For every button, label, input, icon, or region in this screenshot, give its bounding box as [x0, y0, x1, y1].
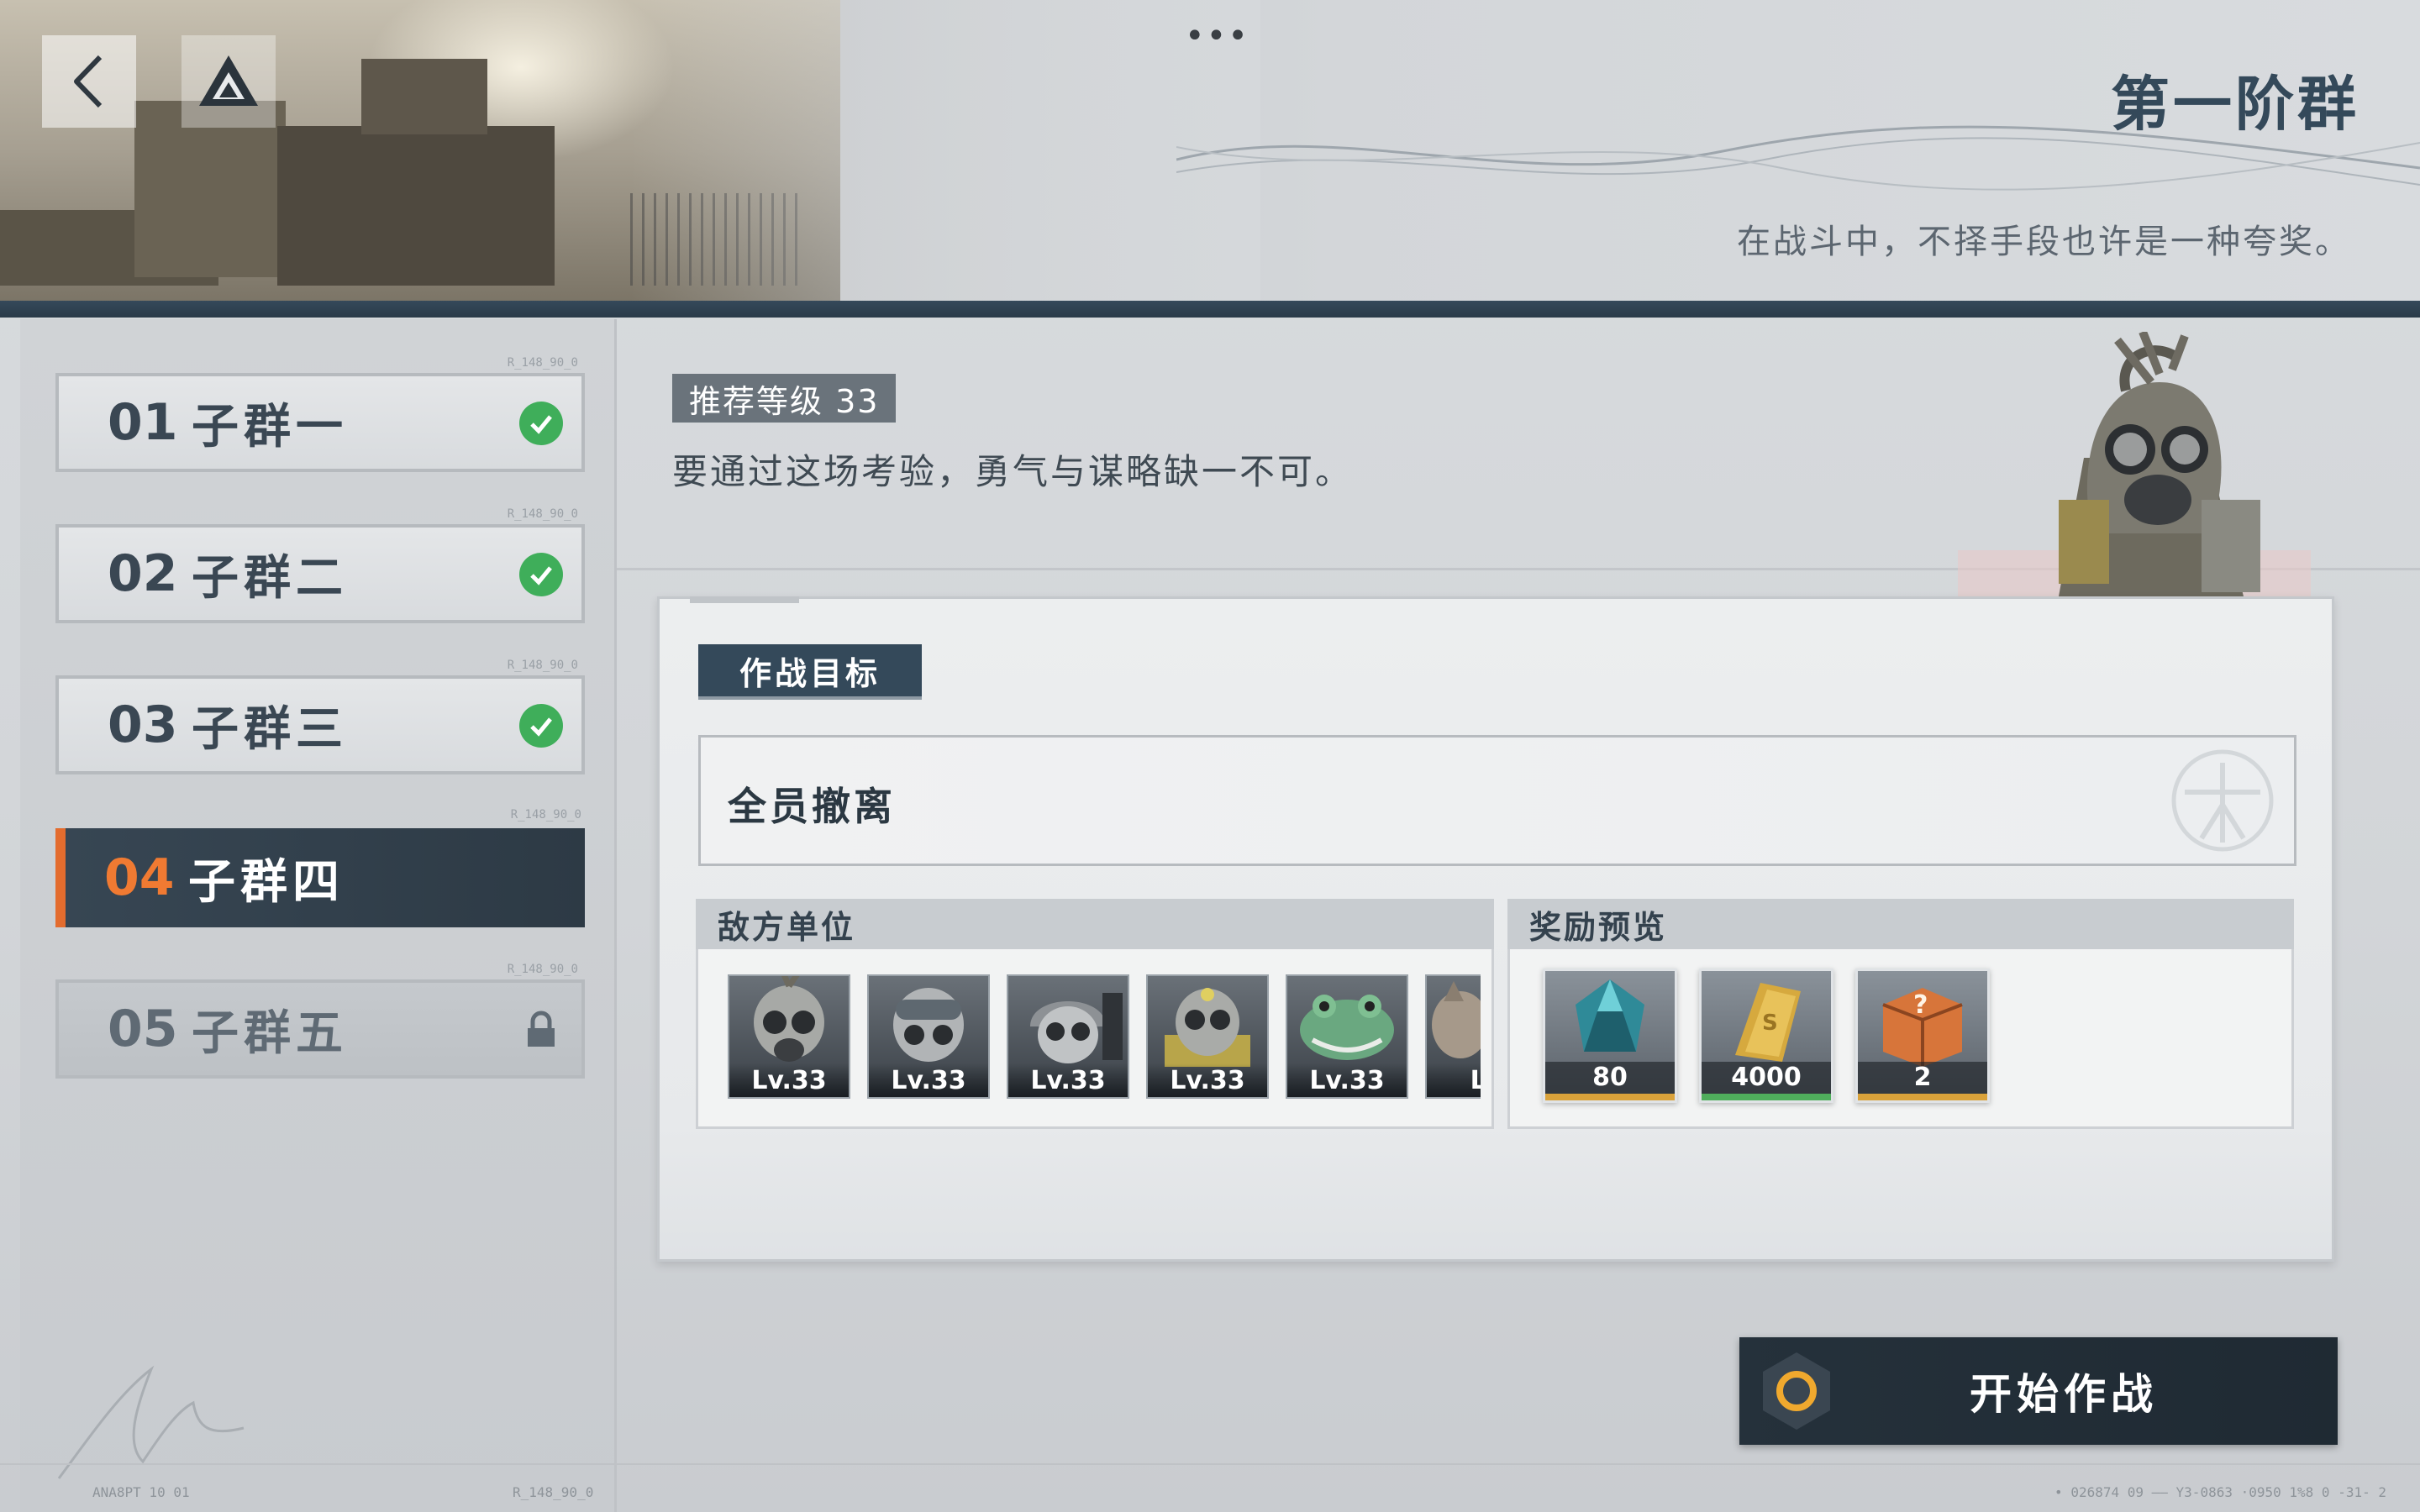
banner-divider — [0, 301, 2420, 318]
hexagon-ring-icon — [1763, 1352, 1830, 1430]
enemy-unit[interactable]: Lv.33 — [1146, 974, 1269, 1099]
sidebar-item-label: 子群四 — [188, 854, 345, 910]
footer-code-right: • 026874 09 —— Y3-0863 ·0950 1%8 0 -31- … — [2054, 1484, 2386, 1500]
crystal-gem-icon — [1576, 979, 1644, 1052]
emblem-watermark-icon — [2171, 749, 2274, 852]
objective-label: 作战目标 — [698, 644, 922, 700]
helmet-gasmask-icon — [1030, 993, 1123, 1063]
sidebar-item-code: R_148_90_0 — [507, 507, 578, 521]
stage-subtitle: 在战斗中，不择手段也许是一种夸奖。 — [1737, 223, 2351, 261]
sidebar-item-subgroup-3[interactable]: R_148_90_0 03 子群三 — [55, 659, 585, 774]
check-circle-icon — [519, 704, 563, 748]
stage-title: 第一阶群 — [2111, 70, 2360, 139]
enemy-unit[interactable]: Lv.33 — [728, 974, 850, 1099]
enemy-unit[interactable]: Lv.33 — [867, 974, 990, 1099]
footer-tag-left: R_148_90_0 — [513, 1484, 594, 1500]
goggles-gasmask-icon — [893, 988, 964, 1062]
sidebar-item-number: 04 — [104, 848, 175, 907]
sidebar-item-label: 子群五 — [192, 1005, 348, 1061]
reward-section-header: 奖励预览 — [1507, 899, 2294, 949]
recommended-level-badge: 推荐等级 33 — [672, 374, 897, 423]
enemy-level: Lv.33 — [1008, 1063, 1128, 1097]
sidebar-item-code: R_148_90_0 — [510, 808, 581, 822]
reward-count: 4000 — [1702, 1062, 1831, 1094]
enemy-level: Lv — [1427, 1063, 1481, 1097]
reward-item[interactable]: ? 2 — [1855, 969, 1990, 1103]
boss-portrait-icon — [1958, 332, 2311, 596]
svg-text:S: S — [1762, 1011, 1778, 1036]
top-banner: ••• 第一阶群 在战斗中，不择手段也许是一种夸奖。 — [0, 0, 2420, 304]
reward-count: 2 — [1858, 1062, 1987, 1094]
reward-item[interactable]: 80 — [1543, 969, 1677, 1103]
footer-code-left: ANA8PT 10 01 — [92, 1484, 190, 1500]
enemy-unit[interactable]: Lv.33 — [1286, 974, 1408, 1099]
reward-rarity-bar — [1702, 1094, 1831, 1100]
enemy-section-header: 敌方单位 — [696, 899, 1494, 949]
svg-text:?: ? — [1913, 990, 1928, 1020]
reward-rarity-bar — [1858, 1094, 1987, 1100]
objective-text: 全员撤离 — [728, 784, 896, 829]
back-button[interactable] — [42, 35, 136, 128]
gasmask-soldier-icon — [754, 974, 824, 1062]
check-circle-icon — [519, 402, 563, 445]
more-menu-dots[interactable]: ••• — [1185, 17, 1249, 55]
footer-divider — [0, 1463, 2420, 1465]
enemy-level: Lv.33 — [1148, 1063, 1267, 1097]
reward-item[interactable]: S 4000 — [1699, 969, 1833, 1103]
signature-decoration — [57, 1365, 245, 1479]
sidebar-item-label: 子群二 — [192, 550, 348, 606]
supply-crate-icon: ? — [1882, 988, 1963, 1067]
sidebar-item-number: 01 — [108, 393, 178, 452]
panel-tab-mark — [690, 596, 799, 603]
reward-rarity-bar — [1545, 1094, 1675, 1100]
sidebar-item-subgroup-4[interactable]: R_148_90_0 04 子群四 — [55, 808, 585, 927]
lock-icon — [519, 1008, 563, 1052]
sidebar-item-label: 子群三 — [192, 701, 348, 757]
sidebar-item-number: 03 — [108, 696, 178, 754]
gold-bars-icon: S — [1735, 983, 1801, 1062]
sidebar-item-code: R_148_90_0 — [507, 963, 578, 976]
sidebar-item-label: 子群一 — [192, 399, 348, 454]
stage-description: 要通过这场考验，勇气与谋略缺一不可。 — [672, 451, 1354, 492]
enemy-unit[interactable]: Lv.33 — [1007, 974, 1129, 1099]
sidebar-item-subgroup-2[interactable]: R_148_90_0 02 子群二 — [55, 507, 585, 623]
chevron-left-icon — [74, 55, 103, 108]
enemy-level: Lv.33 — [869, 1063, 988, 1097]
frog-creature-icon — [1300, 995, 1394, 1060]
sidebar-item-number: 02 — [108, 544, 178, 603]
sidebar-item-number: 05 — [108, 1000, 178, 1058]
sidebar-item-code: R_148_90_0 — [507, 659, 578, 672]
enemy-list[interactable]: Lv.33 Lv.33 Lv.33 Lv.33 Lv.33 L — [728, 974, 1481, 1100]
sidebar-item-subgroup-5[interactable]: R_148_90_0 05 子群五 — [55, 963, 585, 1079]
enemy-level: Lv.33 — [1287, 1063, 1407, 1097]
enemy-unit[interactable]: Lv — [1425, 974, 1481, 1099]
start-battle-label: 开始作战 — [1970, 1370, 2158, 1419]
start-battle-button[interactable]: 开始作战 — [1739, 1337, 2338, 1445]
enemy-level: Lv.33 — [729, 1063, 849, 1097]
home-logo-button[interactable] — [182, 35, 276, 128]
sidebar-item-subgroup-1[interactable]: R_148_90_0 01 子群一 — [55, 356, 585, 472]
triangle-logo-icon — [199, 55, 258, 106]
objective-box: 全员撤离 — [698, 735, 2296, 866]
check-circle-icon — [519, 553, 563, 596]
reward-count: 80 — [1545, 1062, 1675, 1094]
yellow-armor-gasmask-icon — [1165, 988, 1250, 1068]
beast-enemy-icon — [1432, 981, 1481, 1058]
sidebar-item-code: R_148_90_0 — [507, 356, 578, 370]
